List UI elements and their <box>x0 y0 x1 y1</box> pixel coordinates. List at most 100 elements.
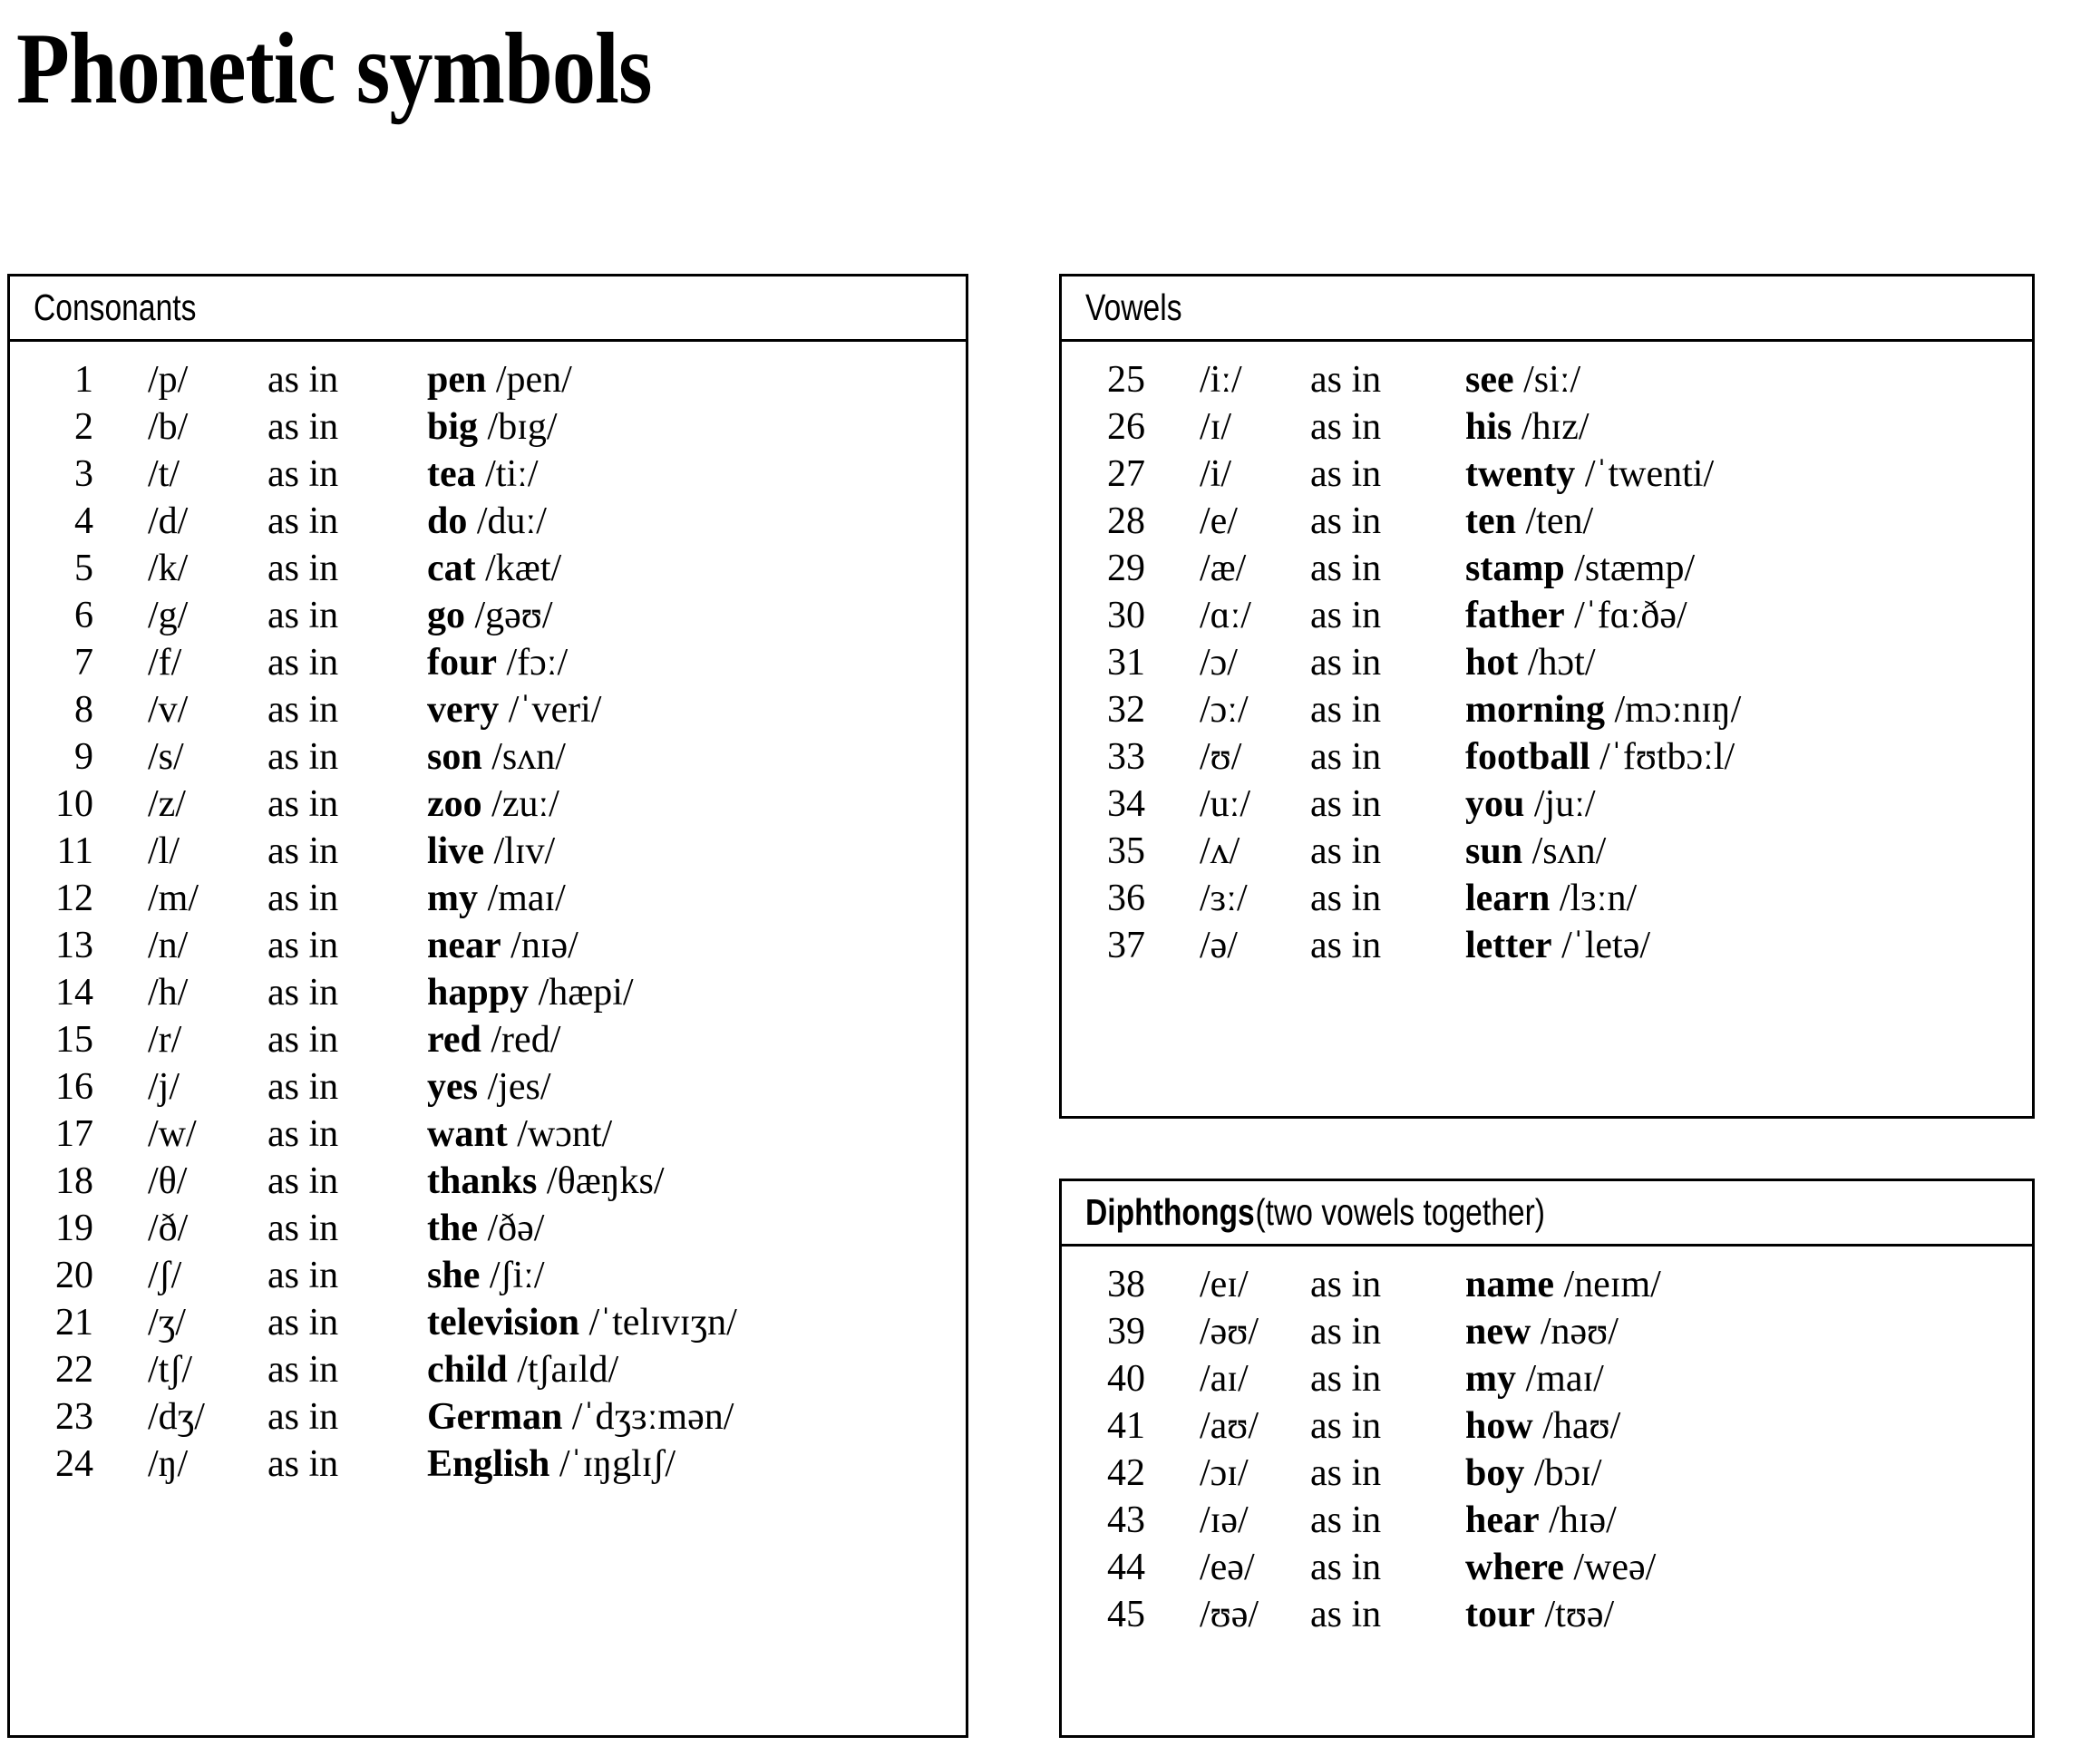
example-cell: happy /hæpi/ <box>402 971 966 1014</box>
table-row: 1/p/as in pen /pen/ <box>10 358 966 405</box>
as-in-label: as in <box>1310 548 1382 589</box>
phonetic-symbol: /z/ <box>148 783 186 825</box>
table-row: 38/eɪ/as in name /neɪm/ <box>1062 1263 2032 1310</box>
table-row: 17/w/as in want /wɔnt/ <box>10 1112 966 1159</box>
example-transcription: /lɜːn/ <box>1559 878 1638 919</box>
row-number: 24 <box>55 1443 93 1485</box>
example-word: television <box>427 1302 579 1344</box>
example-word: where <box>1465 1547 1564 1588</box>
table-row: 43/ɪə/as in hear /hɪə/ <box>1062 1499 2032 1546</box>
example-word: you <box>1465 783 1525 825</box>
consonants-rows: 1/p/as in pen /pen/2/b/as in big /bɪg/3/t/… <box>10 342 966 1489</box>
example-transcription: /ˈfʊtbɔːl/ <box>1599 736 1735 778</box>
example-word: morning <box>1465 689 1606 731</box>
table-row: 11/l/as in live /lɪv/ <box>10 829 966 877</box>
example-transcription: /θæŋks/ <box>546 1160 665 1202</box>
as-in-label: as in <box>267 1349 339 1391</box>
as-in-label: as in <box>267 972 339 1014</box>
example-word: English <box>427 1443 550 1485</box>
example-transcription: /fɔː/ <box>506 642 569 684</box>
phonetic-symbol: /s/ <box>148 736 184 778</box>
example-transcription: /ˈfɑːðə/ <box>1574 595 1687 636</box>
table-row: 36/ɜː/as in learn /lɜːn/ <box>1062 877 2032 924</box>
row-number: 33 <box>1107 736 1145 778</box>
row-number: 31 <box>1107 642 1145 684</box>
example-transcription: /ˈtwenti/ <box>1584 453 1715 495</box>
row-number: 17 <box>55 1113 93 1155</box>
row-number: 23 <box>55 1396 93 1438</box>
example-transcription: /tʃaɪld/ <box>517 1349 619 1391</box>
row-number: 41 <box>1107 1405 1145 1447</box>
as-in-label: as in <box>267 500 339 542</box>
example-cell: hear /hɪə/ <box>1440 1499 2032 1542</box>
example-cell: big /bɪg/ <box>402 405 966 449</box>
as-in-label: as in <box>267 925 339 966</box>
phonetic-symbol: /eə/ <box>1200 1547 1255 1588</box>
row-number: 10 <box>55 783 93 825</box>
example-cell: she /ʃiː/ <box>402 1254 966 1297</box>
phonetic-symbol: /v/ <box>148 689 189 731</box>
phonetic-symbol: /ɔ/ <box>1200 642 1238 684</box>
example-cell: thanks /θæŋks/ <box>402 1159 966 1203</box>
table-row: 35/ʌ/as in sun /sʌn/ <box>1062 829 2032 877</box>
example-transcription: /haʊ/ <box>1542 1405 1621 1447</box>
example-word: twenty <box>1465 453 1576 495</box>
example-cell: German /ˈdʒɜːmən/ <box>402 1395 966 1439</box>
table-row: 34/uː/as in you /juː/ <box>1062 782 2032 829</box>
example-transcription: /maɪ/ <box>1525 1358 1604 1400</box>
as-in-label: as in <box>1310 500 1382 542</box>
example-cell: very /ˈveri/ <box>402 688 966 732</box>
example-word: my <box>1465 1358 1516 1400</box>
example-word: father <box>1465 595 1565 636</box>
example-cell: football /ˈfʊtbɔːl/ <box>1440 735 2032 779</box>
row-number: 40 <box>1107 1358 1145 1400</box>
phonetic-symbol: /ɪ/ <box>1200 406 1232 448</box>
example-transcription: /hɪə/ <box>1549 1499 1617 1541</box>
example-transcription: /pen/ <box>495 359 572 401</box>
example-cell: tea /tiː/ <box>402 452 966 496</box>
as-in-label: as in <box>1310 406 1382 448</box>
row-number: 6 <box>74 595 93 636</box>
example-cell: his /hɪz/ <box>1440 405 2032 449</box>
phonetic-symbol: /eɪ/ <box>1200 1264 1249 1305</box>
as-in-label: as in <box>1310 830 1382 872</box>
table-row: 19/ð/as in the /ðə/ <box>10 1207 966 1254</box>
example-transcription: /maɪ/ <box>487 878 566 919</box>
table-row: 15/r/as in red /red/ <box>10 1018 966 1065</box>
example-transcription: /kæt/ <box>485 548 562 589</box>
example-word: new <box>1465 1311 1531 1353</box>
example-transcription: /ʃiː/ <box>489 1255 545 1296</box>
table-row: 24/ŋ/as in English /ˈɪŋglɪʃ/ <box>10 1442 966 1489</box>
example-word: stamp <box>1465 548 1565 589</box>
table-row: 45/ʊə/as in tour /tʊə/ <box>1062 1593 2032 1640</box>
example-cell: name /neɪm/ <box>1440 1263 2032 1306</box>
example-word: red <box>427 1019 481 1061</box>
example-word: the <box>427 1208 478 1249</box>
row-number: 12 <box>55 878 93 919</box>
table-row: 31/ɔ/as in hot /hɔt/ <box>1062 641 2032 688</box>
example-word: very <box>427 689 500 731</box>
row-number: 4 <box>74 500 93 542</box>
phonetic-symbol: /ɑː/ <box>1200 595 1251 636</box>
as-in-label: as in <box>267 1302 339 1344</box>
example-transcription: /ðə/ <box>487 1208 545 1249</box>
example-word: hot <box>1465 642 1519 684</box>
example-cell: near /nɪə/ <box>402 924 966 967</box>
as-in-label: as in <box>1310 783 1382 825</box>
row-number: 35 <box>1107 830 1145 872</box>
phonetic-symbol: /r/ <box>148 1019 182 1061</box>
phonetic-symbol: /dʒ/ <box>148 1396 205 1438</box>
table-row: 28/e/as in ten /ten/ <box>1062 500 2032 547</box>
table-row: 20/ʃ/as in she /ʃiː/ <box>10 1254 966 1301</box>
phonetic-symbol: /iː/ <box>1200 359 1242 401</box>
example-cell: zoo /zuː/ <box>402 782 966 826</box>
example-transcription: /hæpi/ <box>538 972 634 1014</box>
example-word: she <box>427 1255 481 1296</box>
example-word: learn <box>1465 878 1551 919</box>
table-row: 25/iː/as in see /siː/ <box>1062 358 2032 405</box>
table-row: 26/ɪ/as in his /hɪz/ <box>1062 405 2032 452</box>
example-word: his <box>1465 406 1512 448</box>
phonetic-symbol: /ɔː/ <box>1200 689 1249 731</box>
as-in-label: as in <box>267 1443 339 1485</box>
phonetic-symbol: /ɔɪ/ <box>1200 1452 1249 1494</box>
